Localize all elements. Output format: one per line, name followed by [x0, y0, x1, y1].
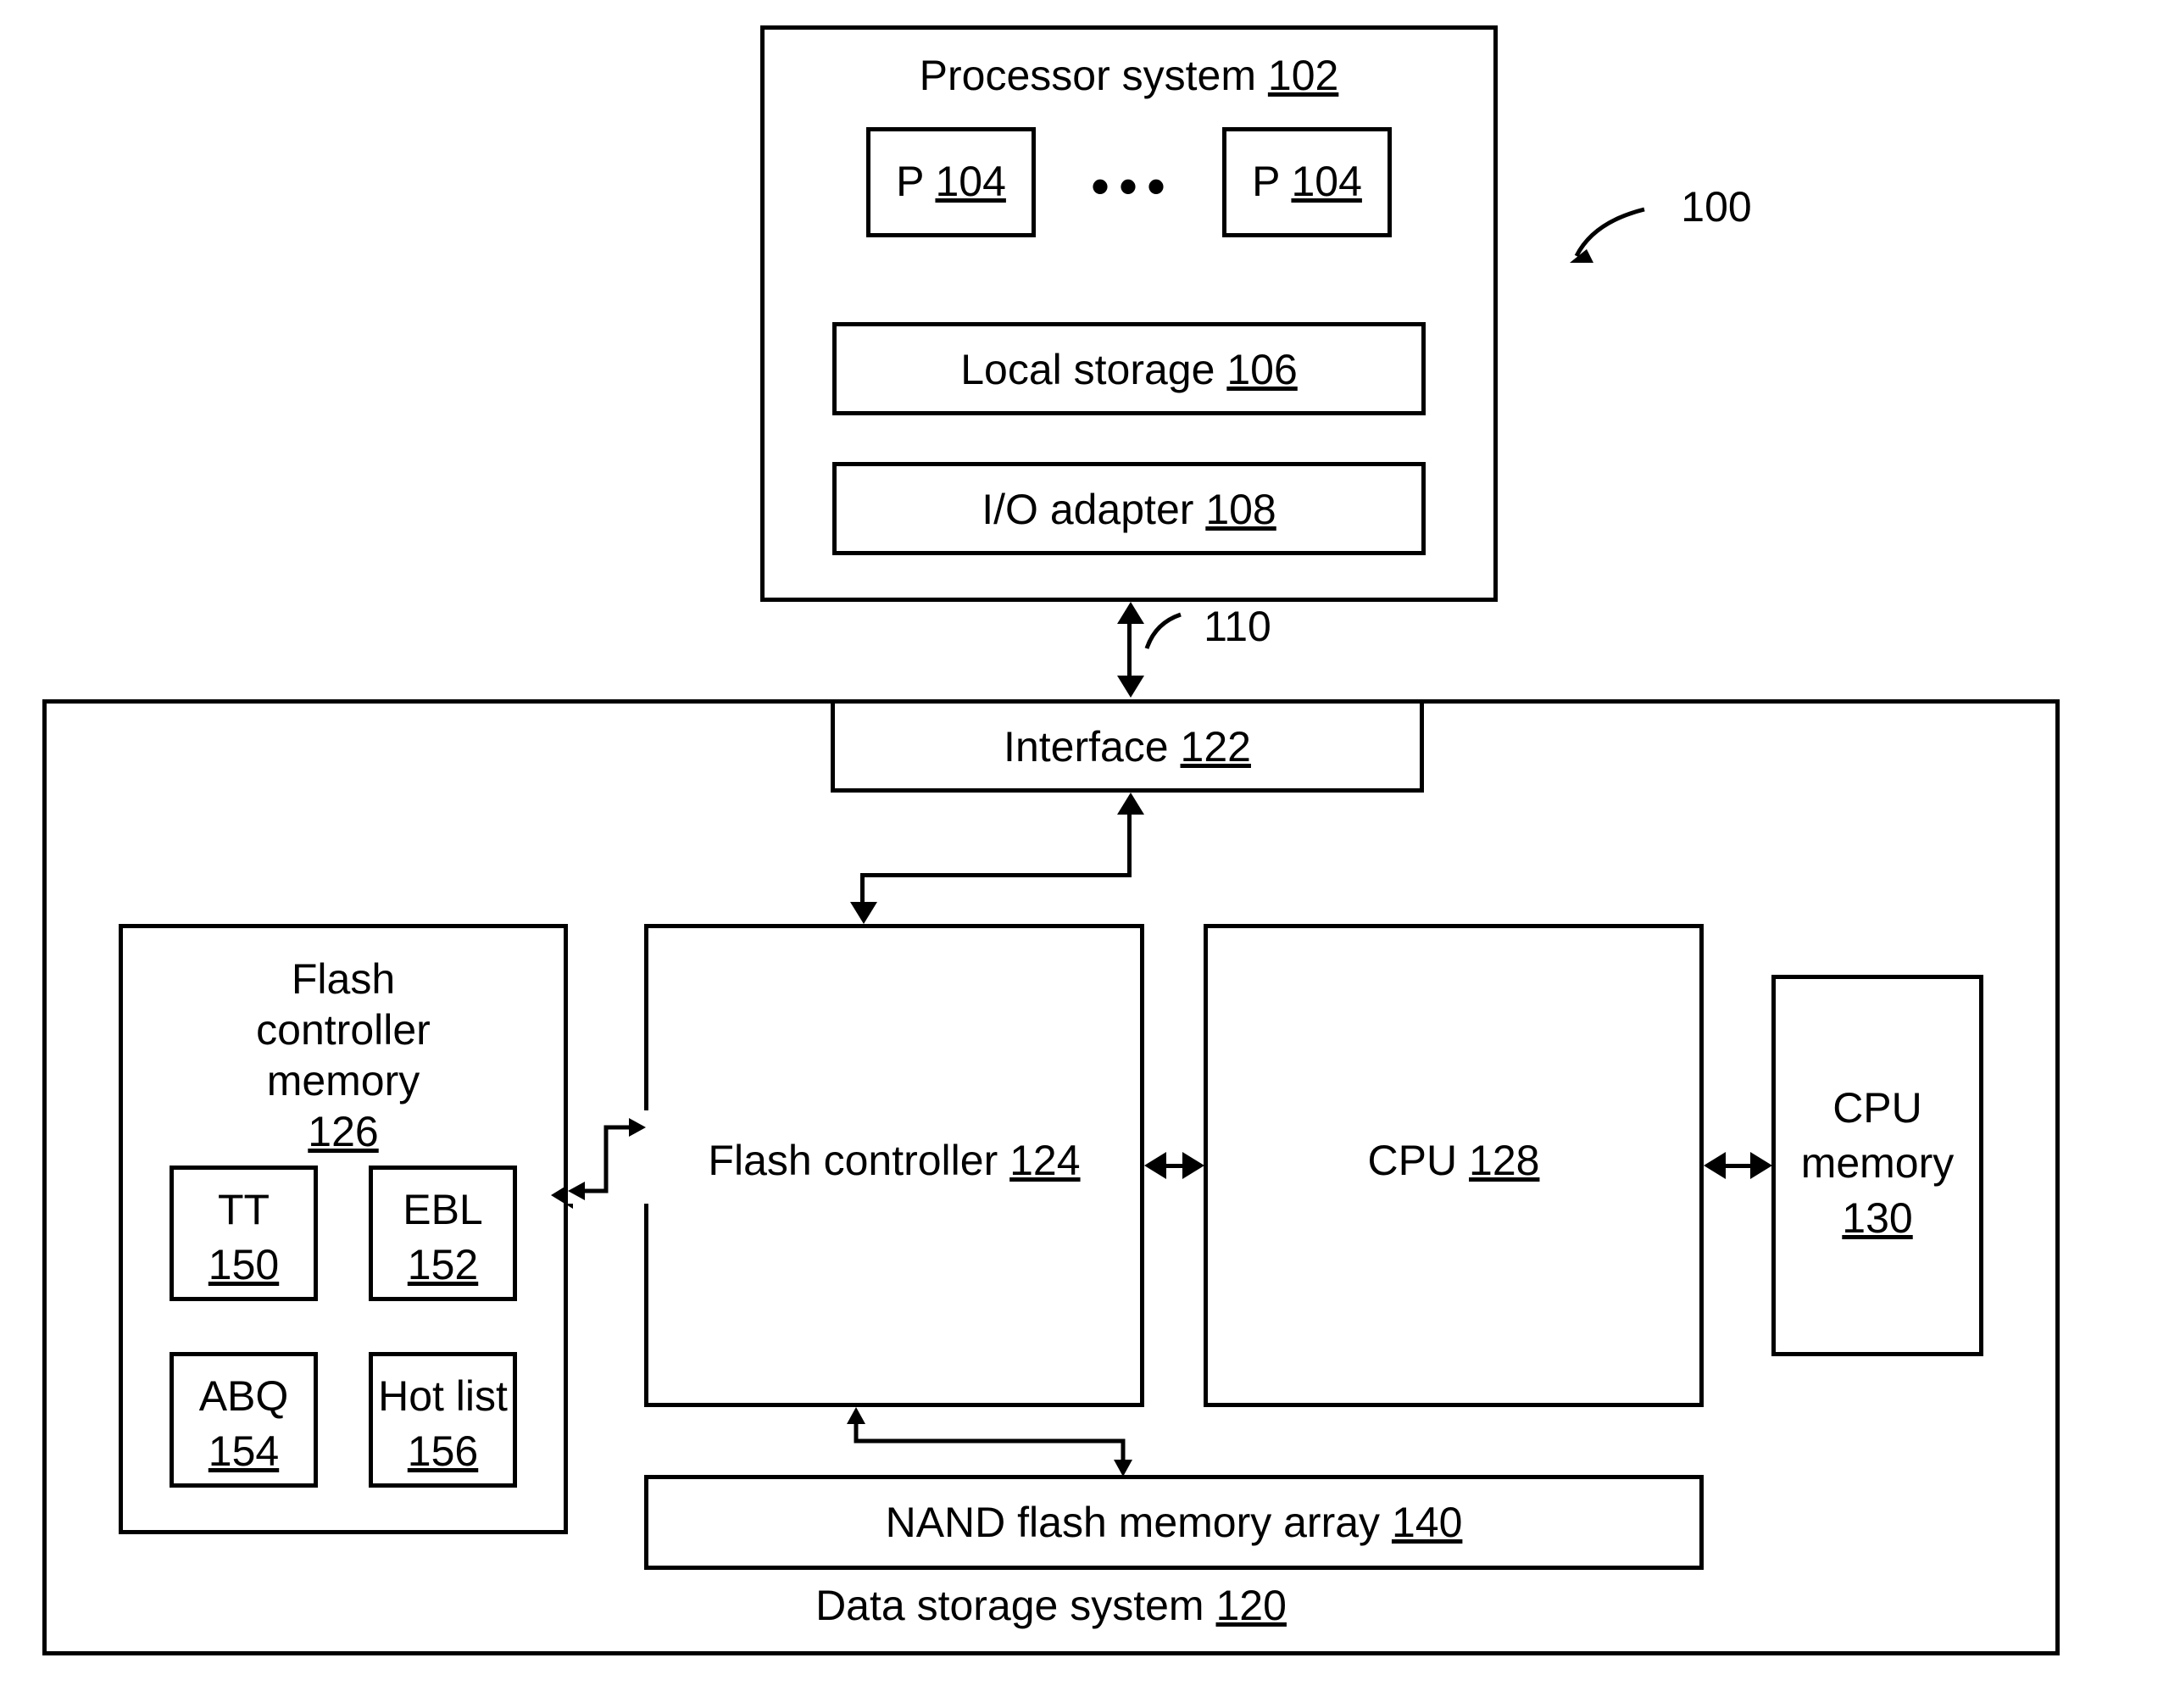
link-110-arrow-up: [1117, 602, 1144, 624]
tt-box: TT 150: [170, 1166, 318, 1301]
processor-p2-label: P 104: [1226, 157, 1388, 206]
flash-controller-memory-title: Flash controller memory 126: [123, 954, 564, 1157]
processor-p1-label: P 104: [870, 157, 1032, 206]
abq-label: ABQ 154: [174, 1369, 314, 1479]
data-storage-system-title: Data storage system 120: [47, 1581, 2055, 1630]
cpu-box: CPU 128: [1204, 924, 1704, 1407]
flash-controller-box: Flash controller 124: [644, 924, 1144, 1407]
hotlist-label: Hot list 156: [373, 1369, 513, 1479]
link-110-label: 110: [1187, 602, 1288, 651]
processor-p1-box: P 104: [866, 127, 1036, 237]
fc-cpu-arrow-left: [1144, 1152, 1166, 1179]
cpu-mem-arrow-right: [1750, 1152, 1772, 1179]
figure-ref-arrow: [1568, 197, 1670, 264]
io-adapter-box: I/O adapter 108: [832, 462, 1426, 555]
fc-nand-connector: [839, 1407, 1144, 1479]
flash-controller-memory-box: Flash controller memory 126 TT 150 EBL 1…: [119, 924, 568, 1534]
local-storage-box: Local storage 106: [832, 322, 1426, 415]
cpu-memory-label: CPU memory 130: [1776, 1081, 1979, 1246]
nand-label: NAND flash memory array 140: [648, 1498, 1699, 1547]
abq-box: ABQ 154: [170, 1352, 318, 1488]
processor-p2-box: P 104: [1222, 127, 1392, 237]
ebl-box: EBL 152: [369, 1166, 517, 1301]
iface-fc-vline: [1127, 809, 1132, 873]
hotlist-box: Hot list 156: [369, 1352, 517, 1488]
link-110-line: [1127, 619, 1132, 682]
ebl-label: EBL 152: [373, 1182, 513, 1293]
tt-label: TT 150: [174, 1182, 314, 1293]
ellipsis-icon: •••: [1078, 157, 1188, 215]
interface-box: Interface 122: [831, 699, 1424, 793]
processor-system-box: Processor system 102 P 104 ••• P 104 Loc…: [760, 25, 1498, 602]
local-storage-label: Local storage 106: [837, 345, 1421, 394]
nand-box: NAND flash memory array 140: [644, 1475, 1704, 1570]
processor-system-title: Processor system 102: [765, 51, 1493, 100]
link-110-curve: [1143, 606, 1193, 657]
fc-cpu-arrow-right: [1182, 1152, 1204, 1179]
iface-fc-hline: [860, 873, 1132, 877]
iface-fc-arrow-down: [850, 902, 877, 924]
flash-controller-label: Flash controller 124: [648, 1136, 1140, 1185]
cpu-memory-box: CPU memory 130: [1771, 975, 1983, 1356]
figure-ref-label: 100: [1666, 182, 1767, 231]
link-110-arrow-down: [1117, 676, 1144, 698]
io-adapter-label: I/O adapter 108: [837, 485, 1421, 534]
cpu-mem-arrow-left: [1704, 1152, 1726, 1179]
iface-fc-arrow-up: [1117, 793, 1144, 815]
interface-label: Interface 122: [835, 722, 1420, 771]
cpu-label: CPU 128: [1208, 1136, 1699, 1185]
fcm-fc-connector: [568, 1110, 648, 1204]
